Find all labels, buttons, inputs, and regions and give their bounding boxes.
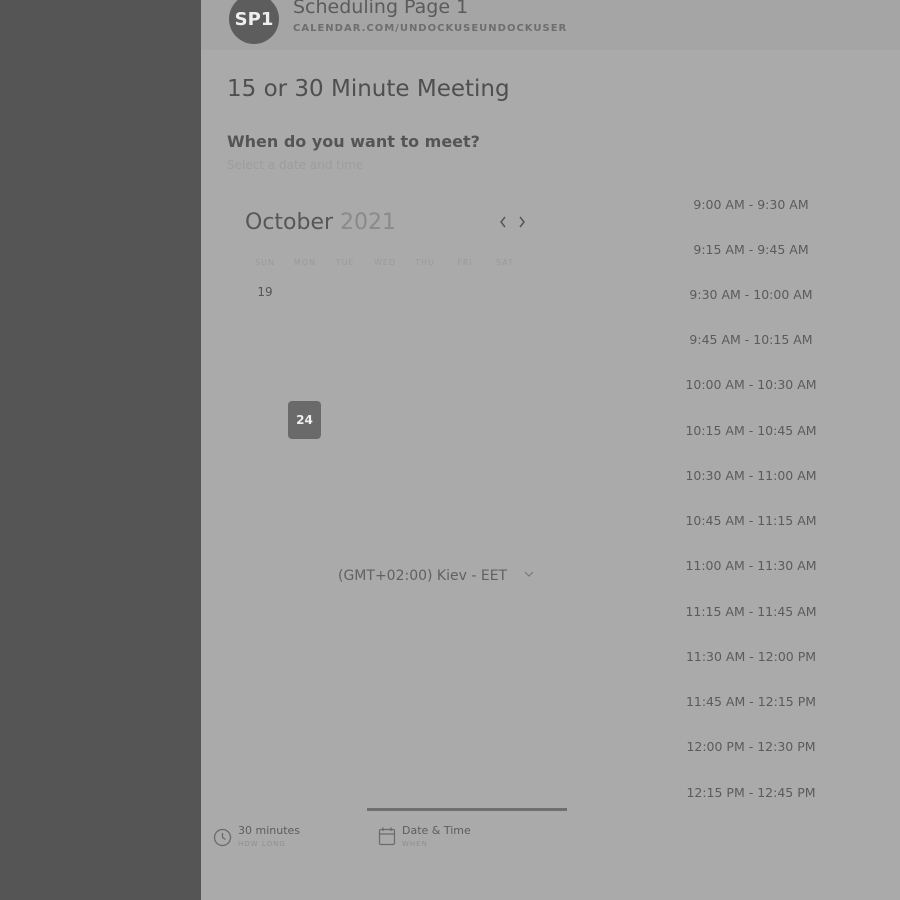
time-slot[interactable]: 9:45 AM - 10:15 AM (681, 332, 821, 347)
meeting-question: When do you want to meet? (227, 132, 480, 151)
left-panel (0, 0, 201, 900)
time-slot[interactable]: 10:45 AM - 11:15 AM (681, 513, 821, 528)
step-datetime[interactable]: Date & Time WHEN (402, 824, 471, 848)
prev-month-button[interactable] (495, 212, 511, 234)
time-slot[interactable]: 11:30 AM - 12:00 PM (681, 649, 821, 664)
weekday-fri: FRI (457, 258, 473, 267)
time-slot[interactable]: 11:45 AM - 12:15 PM (681, 694, 821, 709)
meeting-title: 15 or 30 Minute Meeting (227, 76, 510, 102)
calendar-month: October (245, 210, 334, 235)
chevron-right-icon (519, 216, 525, 228)
time-slot[interactable]: 10:15 AM - 10:45 AM (681, 423, 821, 438)
time-slot[interactable]: 12:15 PM - 12:45 PM (681, 785, 821, 800)
step-duration-label: 30 minutes (238, 824, 301, 837)
time-slot[interactable]: 12:00 PM - 12:30 PM (681, 739, 821, 754)
meeting-subtext: Select a date and time (227, 158, 364, 172)
time-slot[interactable]: 11:15 AM - 11:45 AM (681, 604, 821, 619)
chevron-left-icon (500, 216, 506, 228)
scheduling-page-name: Scheduling Page 1 (293, 0, 469, 18)
time-slot[interactable]: 9:00 AM - 9:30 AM (681, 197, 821, 212)
step-datetime-label: Date & Time (402, 824, 471, 837)
step-duration[interactable]: 30 minutes HOW LONG (238, 824, 300, 848)
time-slot[interactable]: 10:30 AM - 11:00 AM (681, 468, 821, 483)
timezone-select[interactable]: (GMT+02:00) Kiev - EET (338, 568, 507, 584)
weekday-tue: TUE (335, 258, 355, 267)
chevron-down-icon (524, 571, 534, 577)
weekday-wed: WED (373, 258, 397, 267)
time-slot[interactable]: 9:30 AM - 10:00 AM (681, 287, 821, 302)
calendar-day-19[interactable]: 19 (248, 273, 282, 311)
scheduling-page-url[interactable]: CALENDAR.COM/UNDOCKUSEUNDOCKUSER (293, 23, 567, 34)
step-datetime-sub: WHEN (402, 840, 428, 848)
calendar-icon (378, 826, 396, 851)
next-month-button[interactable] (514, 212, 530, 234)
scheduling-content: SP1 Scheduling Page 1 CALENDAR.COM/UNDOC… (201, 0, 900, 900)
page-header: SP1 Scheduling Page 1 CALENDAR.COM/UNDOC… (201, 0, 900, 50)
calendar-year: 2021 (340, 210, 397, 235)
calendar-day-24-selected[interactable]: 24 (288, 401, 321, 439)
active-step-indicator (367, 808, 567, 811)
time-slot[interactable]: 10:00 AM - 10:30 AM (681, 377, 821, 392)
time-slot[interactable]: 9:15 AM - 9:45 AM (681, 242, 821, 257)
weekday-sun: SUN (255, 258, 275, 267)
weekday-sat: SAT (496, 258, 514, 267)
weekday-mon: MON (293, 258, 317, 267)
calendar-month-title: October 2021 (245, 210, 396, 235)
step-duration-sub: HOW LONG (238, 840, 286, 848)
timezone-dropdown-button[interactable] (523, 568, 535, 582)
clock-icon (213, 828, 232, 852)
weekday-thu: THU (415, 258, 435, 267)
avatar: SP1 (229, 0, 279, 44)
time-slot[interactable]: 11:00 AM - 11:30 AM (681, 558, 821, 573)
